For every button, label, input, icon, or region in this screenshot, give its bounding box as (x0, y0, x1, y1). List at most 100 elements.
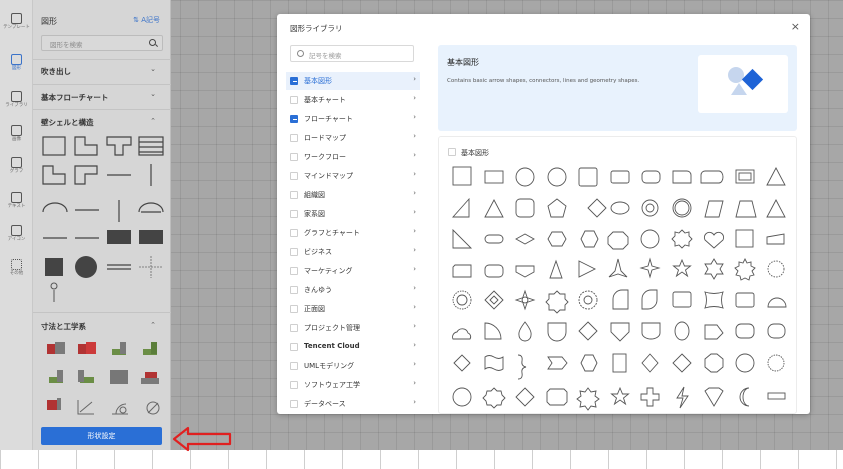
category-item[interactable]: フローチャート › (286, 110, 420, 128)
chevron-down-icon[interactable]: ⌄ (150, 90, 156, 98)
shape-rounded-square (672, 291, 692, 308)
shape-octagon (607, 231, 629, 250)
checkbox[interactable] (290, 134, 298, 142)
shape-triangle (484, 199, 504, 218)
category-label: データベース (304, 400, 346, 408)
engineering-shape[interactable] (45, 368, 67, 386)
checkbox[interactable] (290, 343, 298, 351)
rail-shapes[interactable]: 図形 (0, 54, 33, 71)
category-item[interactable]: マーケティング › (286, 262, 420, 280)
checkbox[interactable] (290, 229, 298, 237)
shape-plus (640, 387, 660, 407)
close-icon[interactable]: × (791, 20, 800, 33)
symbol-link[interactable]: ⇅ A記号 (133, 15, 160, 25)
text-icon (11, 192, 22, 203)
chevron-down-icon[interactable]: ⌄ (150, 65, 156, 73)
shape-frame-inner (738, 172, 752, 181)
category-item[interactable]: きんゆう › (286, 281, 420, 299)
shape-cog (578, 290, 598, 310)
chevron-up-icon[interactable]: ⌃ (150, 321, 156, 329)
section-wall-structure[interactable]: 壁シェルと構造 (41, 117, 94, 128)
rail-templates[interactable]: テンプレート (0, 13, 33, 30)
category-label: フローチャート (304, 115, 353, 123)
chevron-right-icon: › (413, 189, 416, 197)
section-basic-flowchart[interactable]: 基本フローチャート (41, 92, 108, 103)
rail-chart[interactable]: グラフ (0, 157, 33, 174)
category-label: ワークフロー (304, 153, 346, 161)
checkbox[interactable] (290, 286, 298, 294)
shape-rounded-square (578, 167, 598, 187)
category-label: 基本図形 (304, 77, 332, 85)
category-item[interactable]: 基本チャート › (286, 91, 420, 109)
symbol-search-input[interactable]: 記号を検索 (290, 45, 414, 62)
section-dimensions[interactable]: 寸法と工学系 (41, 321, 86, 332)
shape-ring (641, 199, 659, 217)
engineering-shape[interactable] (45, 340, 67, 358)
chevron-up-icon[interactable]: ⌃ (150, 117, 156, 125)
category-item[interactable]: ロードマップ › (286, 129, 420, 147)
category-item[interactable]: ワークフロー › (286, 148, 420, 166)
shape-rounded-rect (735, 292, 755, 308)
category-label: ビジネス (304, 248, 332, 256)
category-item[interactable]: UMLモデリング › (286, 357, 420, 375)
category-item[interactable]: 基本図形 › (286, 72, 420, 90)
shape-settings-button[interactable]: 形状設定 (41, 427, 162, 445)
checkbox[interactable] (290, 77, 298, 85)
shape-seal (452, 290, 472, 310)
chevron-right-icon: › (413, 208, 416, 216)
rail-image[interactable]: 画像 (0, 125, 33, 142)
checkbox[interactable] (290, 305, 298, 313)
checkbox[interactable] (290, 381, 298, 389)
divider (33, 84, 171, 85)
category-item[interactable]: 組織図 › (286, 186, 420, 204)
shape-search-input[interactable]: 図形を検索 (41, 35, 163, 51)
engineering-shape[interactable] (45, 396, 67, 414)
basic-shapes-illustration (698, 55, 788, 113)
engineering-shape[interactable] (76, 340, 98, 358)
checkbox[interactable] (290, 115, 298, 123)
category-item[interactable]: プロジェクト管理 › (286, 319, 420, 337)
category-item[interactable]: ビジネス › (286, 243, 420, 261)
rail-more[interactable]: その他 (0, 259, 33, 276)
shape-diamond (587, 198, 607, 218)
category-item[interactable]: グラフとチャート › (286, 224, 420, 242)
category-item[interactable]: 正面図 › (286, 300, 420, 318)
checkbox[interactable] (290, 96, 298, 104)
checkbox[interactable] (290, 362, 298, 370)
engineering-shape (119, 406, 127, 414)
rail-library[interactable]: ライブラリ (0, 91, 33, 108)
checkbox[interactable] (290, 324, 298, 332)
category-item[interactable]: Tencent Cloud › (286, 338, 420, 356)
engineering-shape[interactable] (139, 368, 161, 386)
wall-shape (139, 141, 163, 153)
shape-cloud (452, 328, 472, 340)
engineering-line-shapes (77, 400, 160, 415)
shape-moon (739, 387, 750, 407)
rail-label: その他 (9, 271, 24, 276)
category-item[interactable]: 家系図 › (286, 205, 420, 223)
category-item[interactable]: データベース › (286, 395, 420, 413)
chevron-right-icon: › (413, 284, 416, 292)
wall-shape (42, 136, 66, 156)
checkbox[interactable] (290, 210, 298, 218)
checkbox[interactable] (290, 267, 298, 275)
checkbox[interactable] (290, 172, 298, 180)
category-item[interactable]: マインドマップ › (286, 167, 420, 185)
rail-text[interactable]: テキスト (0, 192, 33, 209)
section-callout[interactable]: 吹き出し (41, 66, 71, 77)
banner-description: Contains basic arrow shapes, connectors,… (447, 78, 640, 84)
checkbox[interactable] (290, 400, 298, 408)
checkbox[interactable] (290, 191, 298, 199)
checkbox[interactable] (290, 248, 298, 256)
engineering-shape[interactable] (108, 368, 130, 386)
divider (33, 109, 171, 110)
shape-icon (11, 54, 22, 65)
engineering-shape[interactable] (139, 340, 161, 358)
checkbox[interactable] (290, 153, 298, 161)
category-item[interactable]: ソフトウェア工学 › (286, 376, 420, 394)
divider (33, 59, 171, 60)
rail-icons[interactable]: アイコン (0, 225, 33, 242)
shape-compass-star (514, 289, 536, 311)
engineering-shape[interactable] (108, 340, 130, 358)
engineering-shape[interactable] (76, 368, 98, 386)
